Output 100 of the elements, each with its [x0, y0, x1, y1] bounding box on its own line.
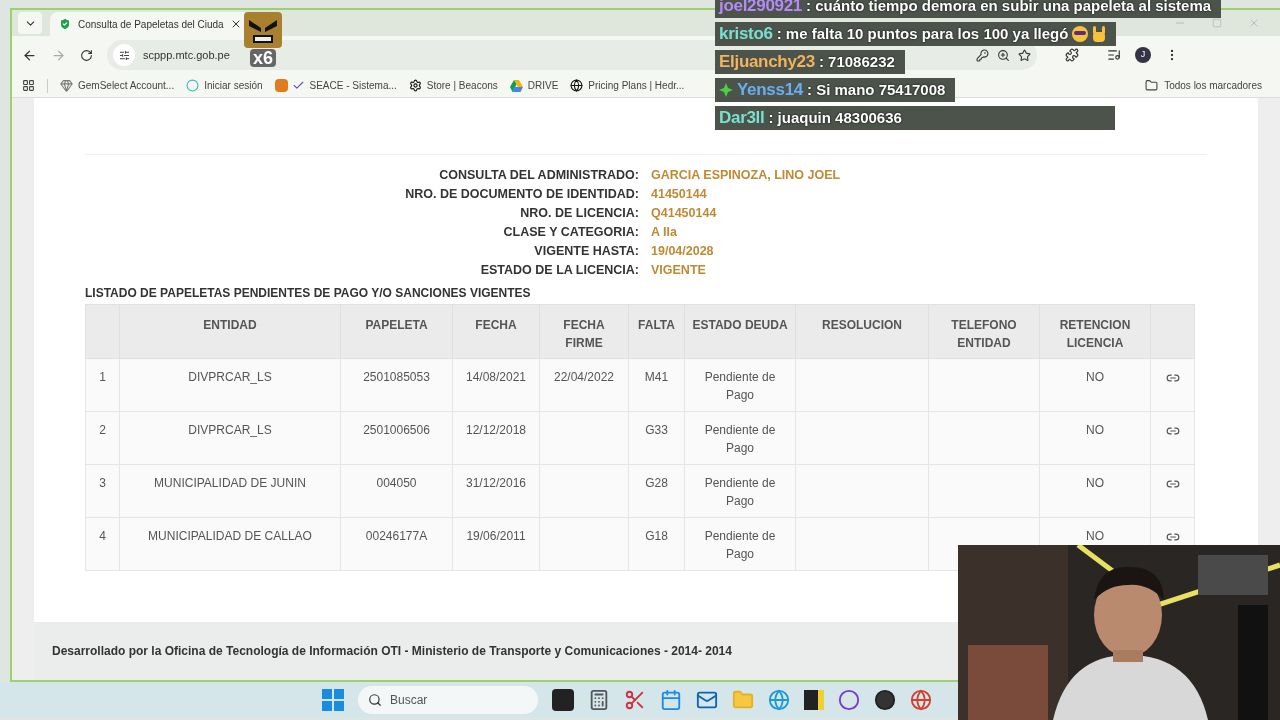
scissors-icon[interactable] [624, 689, 646, 711]
info-value: 41450144 [651, 186, 708, 203]
star-icon[interactable] [1018, 48, 1031, 62]
chat-text: : 71086232 [818, 51, 895, 72]
chat-text: : cuánto tiempo demora en subir una papeleta al sistema [806, 0, 1212, 16]
bookmark-link[interactable]: GemSelect Account... [78, 78, 175, 93]
bookmark-link[interactable]: Iniciar sesión [204, 78, 263, 93]
table-cell: NO [1086, 476, 1104, 490]
info-label: NRO. DE LICENCIA: [519, 205, 639, 222]
url-text: scppp.mtc.gob.pe [143, 47, 230, 63]
table-cell: MUNICIPALIDAD DE JUNIN [154, 476, 306, 490]
table-cell: 2501006506 [363, 423, 430, 437]
table-cell: M41 [644, 370, 669, 384]
chat-text: : Si mano 75417008 [806, 79, 946, 100]
info-label: CLASE Y CATEGORIA: [502, 224, 639, 241]
table-title: LISTADO DE PAPELETAS PENDIENTES DE PAGO Y/O SANCIONES VIGENTES [85, 285, 532, 302]
chat-username: Eljuanchy23 [719, 55, 815, 69]
info-label: CONSULTA DEL ADMINISTRADO: [438, 167, 639, 184]
browser-icon[interactable] [910, 689, 932, 711]
taskbar-search-field[interactable]: Buscar [358, 686, 538, 714]
search-icon [368, 693, 382, 707]
key-icon[interactable] [976, 48, 989, 62]
info-label: ESTADO DE LA LICENCIA: [479, 262, 639, 279]
shield-icon [58, 17, 72, 31]
reload-icon[interactable] [80, 48, 93, 62]
column-header: FECHA FIRME [539, 304, 629, 359]
profile-avatar[interactable]: J [1135, 47, 1151, 63]
table-cell: 12/12/2018 [465, 423, 527, 437]
table-cell: DIVPRCAR_LS [188, 423, 272, 437]
bookmark-link[interactable]: SEACE - Sistema... [309, 78, 397, 93]
windows-icon[interactable] [322, 689, 344, 711]
triangle-icon [509, 79, 523, 92]
tab-list-button[interactable] [18, 12, 42, 34]
info-label: VIGENTE HASTA: [533, 243, 639, 260]
bookmarks-folder-link[interactable]: Todos los marcadores [1164, 78, 1262, 93]
row-number: 4 [85, 517, 120, 571]
apps-icon[interactable] [22, 79, 35, 92]
table-cell: MUNICIPALIDAD DE CALLAO [148, 529, 312, 543]
info-label: NRO. DE DOCUMENTO DE IDENTIDAD: [404, 186, 639, 203]
chat-text: : juaquin 48300636 [768, 107, 902, 128]
calendar-icon[interactable] [660, 689, 682, 711]
table-cell: Pendiente de Pago [704, 529, 776, 561]
ring-icon [186, 79, 200, 92]
info-value: 19/04/2028 [651, 243, 715, 260]
bookmark-link[interactable]: Pricing Plans | Hedr... [588, 78, 685, 93]
column-header: FECHA [452, 304, 540, 359]
calculator-icon[interactable] [588, 689, 610, 711]
circle-icon[interactable] [838, 689, 860, 711]
gear-icon [408, 79, 422, 92]
column-header: PAPELETA [340, 304, 453, 359]
table-cell: 14/08/2021 [465, 370, 527, 384]
hand-emoji-icon [1092, 26, 1107, 42]
mail-icon[interactable] [696, 689, 718, 711]
row-number: 1 [85, 358, 120, 412]
globe-icon [570, 79, 584, 92]
check-icon [291, 79, 305, 92]
bookmark-link[interactable]: Store | Beacons [426, 78, 498, 93]
table-cell: 2501085053 [363, 370, 430, 384]
table-cell: 31/12/2016 [465, 476, 527, 490]
folder-icon [1145, 79, 1159, 92]
column-header: ESTADO DEUDA [684, 304, 796, 359]
site-info-button[interactable] [113, 44, 135, 66]
table-cell: NO [1086, 423, 1104, 437]
info-value: VIGENTE [651, 262, 707, 279]
table-cell: NO [1086, 529, 1104, 543]
media-icon[interactable] [1107, 48, 1121, 62]
row-number: 2 [85, 411, 120, 465]
multiplier-label: x6 [250, 49, 276, 67]
table-cell: DIVPRCAR_LS [188, 370, 272, 384]
sparkle-badge-icon [719, 83, 733, 97]
chat-username: kristo6 [719, 27, 773, 41]
extensions-icon[interactable] [1065, 48, 1079, 62]
table-cell: G28 [645, 476, 668, 490]
column-header: RESOLUCION [795, 304, 929, 359]
chat-username: Yenss14 [737, 83, 803, 97]
info-value: Q41450144 [651, 205, 718, 222]
column-header: RETENCION LICENCIA [1039, 304, 1151, 359]
chat-username: Dar3ll [719, 111, 765, 125]
footer-text: Desarrollado por la Oficina de Tecnología de Información OTI - Ministerio de Transporte y Comunicaciones - 2014- 2014 [52, 643, 732, 660]
bookmark-link[interactable]: DRIVE [527, 78, 559, 93]
gem-icon [60, 79, 73, 92]
table-cell: G33 [645, 423, 668, 437]
info-value: GARCIA ESPINOZA, LINO JOEL [651, 167, 842, 184]
table-cell: NO [1086, 370, 1104, 384]
row-number: 3 [85, 464, 120, 518]
table-cell: 00246177A [365, 529, 428, 543]
tab-title: Consulta de Papeletas del Ciuda [78, 17, 224, 32]
sunglasses-emoji-icon [1072, 26, 1089, 42]
table-cell: Pendiente de Pago [704, 476, 776, 508]
table-cell: Pendiente de Pago [704, 423, 776, 455]
table-cell: Pendiente de Pago [704, 370, 776, 402]
sliders-icon [118, 49, 130, 61]
zoom-icon[interactable] [997, 48, 1010, 62]
table-cell: 004050 [376, 476, 417, 490]
column-header: TELEFONO ENTIDAD [928, 304, 1040, 359]
table-cell: G18 [645, 529, 668, 543]
column-header: ENTIDAD [119, 304, 341, 359]
table-cell: 22/04/2022 [553, 370, 615, 384]
back-icon[interactable] [22, 47, 37, 63]
info-value: A IIa [651, 224, 678, 241]
